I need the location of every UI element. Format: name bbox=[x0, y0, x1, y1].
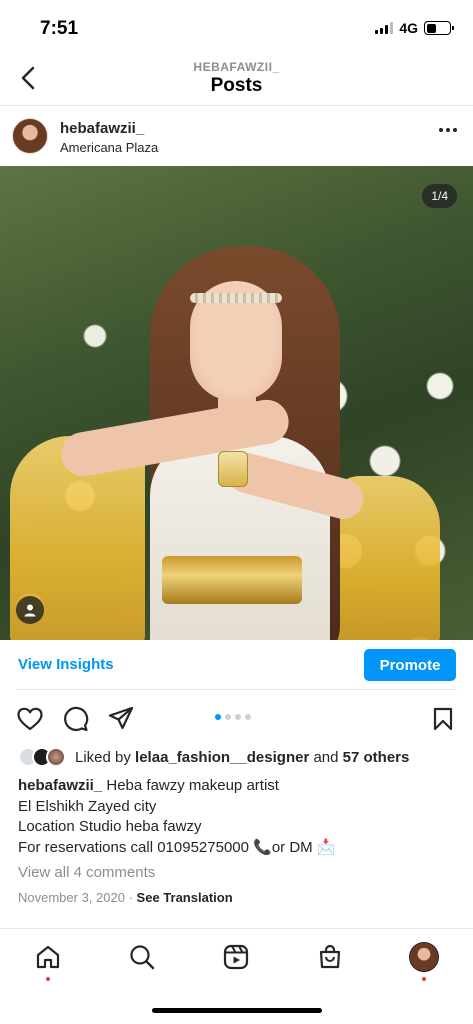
caption-line: For reservations call 01095275000 📞or DM… bbox=[18, 838, 336, 856]
signal-icon bbox=[375, 22, 394, 34]
carousel-dot bbox=[225, 714, 231, 720]
avatar bbox=[46, 747, 66, 767]
user-tag-button[interactable] bbox=[16, 596, 44, 624]
comment-button[interactable] bbox=[62, 705, 90, 733]
post-date: November 3, 2020 bbox=[18, 890, 125, 905]
reels-icon bbox=[223, 944, 249, 970]
carousel-dot bbox=[235, 714, 241, 720]
likes-row: Liked by lelaa_fashion__designer and 57 … bbox=[0, 745, 473, 771]
home-indicator[interactable] bbox=[152, 1008, 322, 1013]
caption-username[interactable]: hebafawzii_ bbox=[18, 777, 102, 794]
post-caption: hebafawzii_ Heba fawzy makeup artist El … bbox=[18, 776, 458, 858]
separator: · bbox=[128, 890, 133, 905]
nav-header: HEBAFAWZII_ Posts bbox=[0, 52, 473, 106]
caption-text: Heba fawzy makeup artist bbox=[106, 777, 279, 794]
status-time: 7:51 bbox=[40, 18, 79, 39]
post-image[interactable]: 1/4 bbox=[0, 166, 473, 640]
network-type: 4G bbox=[399, 20, 418, 36]
likes-prefix: Liked by bbox=[75, 749, 131, 766]
share-icon bbox=[108, 706, 134, 730]
carousel-dot bbox=[215, 714, 221, 720]
caption-line: Location Studio heba fawzy bbox=[18, 818, 202, 835]
tab-search[interactable] bbox=[126, 941, 158, 973]
share-button[interactable] bbox=[107, 705, 135, 733]
action-bar bbox=[0, 700, 473, 736]
post-header: hebafawzii_ Americana Plaza bbox=[0, 106, 473, 166]
comment-icon bbox=[64, 706, 89, 732]
shop-icon bbox=[319, 944, 341, 969]
divider bbox=[16, 689, 457, 690]
page-title: Posts bbox=[210, 75, 263, 96]
status-bar: 7:51 4G bbox=[0, 0, 473, 52]
see-translation-link[interactable]: See Translation bbox=[137, 890, 233, 905]
nav-subtitle: HEBAFAWZII_ bbox=[193, 60, 280, 74]
carousel-dot bbox=[245, 714, 251, 720]
like-button[interactable] bbox=[16, 705, 44, 733]
post-date-row: November 3, 2020 · See Translation bbox=[18, 890, 233, 905]
heart-icon bbox=[17, 707, 43, 731]
tab-shop[interactable] bbox=[314, 941, 346, 973]
view-comments-link[interactable]: View all 4 comments bbox=[18, 864, 155, 881]
post-location[interactable]: Americana Plaza bbox=[60, 140, 158, 155]
insights-row: View Insights Promote bbox=[0, 640, 473, 690]
notification-dot bbox=[46, 977, 50, 981]
bookmark-icon bbox=[433, 707, 453, 731]
search-icon bbox=[130, 945, 155, 970]
image-detail bbox=[162, 556, 302, 604]
notification-dot bbox=[422, 977, 426, 981]
save-button[interactable] bbox=[429, 705, 457, 733]
liker-username[interactable]: lelaa_fashion__designer bbox=[135, 749, 309, 766]
post-username[interactable]: hebafawzii_ bbox=[60, 120, 144, 137]
likes-count[interactable]: 57 others bbox=[343, 749, 410, 766]
home-icon bbox=[36, 945, 60, 969]
avatar[interactable] bbox=[12, 118, 48, 154]
battery-icon bbox=[424, 21, 454, 35]
carousel-indicator bbox=[215, 714, 251, 720]
tab-home[interactable] bbox=[32, 941, 64, 973]
image-detail bbox=[190, 293, 282, 303]
user-tag-icon bbox=[24, 604, 36, 617]
more-icon[interactable] bbox=[439, 128, 457, 132]
likes-conjunction: and bbox=[313, 749, 339, 766]
bottom-tab-bar bbox=[0, 928, 473, 986]
image-detail bbox=[218, 451, 248, 487]
avatar bbox=[409, 942, 439, 972]
promote-button[interactable]: Promote bbox=[364, 649, 456, 681]
tab-reels[interactable] bbox=[220, 941, 252, 973]
image-counter-badge: 1/4 bbox=[422, 184, 457, 208]
status-indicators: 4G bbox=[375, 20, 454, 36]
tab-profile[interactable] bbox=[408, 941, 440, 973]
likes-text[interactable]: Liked by lelaa_fashion__designer and 57 … bbox=[75, 749, 409, 766]
caption-line: hebafawzii_ Heba fawzy makeup artist bbox=[18, 776, 458, 797]
view-insights-link[interactable]: View Insights bbox=[18, 656, 114, 673]
liker-avatars[interactable] bbox=[18, 747, 70, 767]
caption-line: El Elshikh Zayed city bbox=[18, 797, 157, 815]
